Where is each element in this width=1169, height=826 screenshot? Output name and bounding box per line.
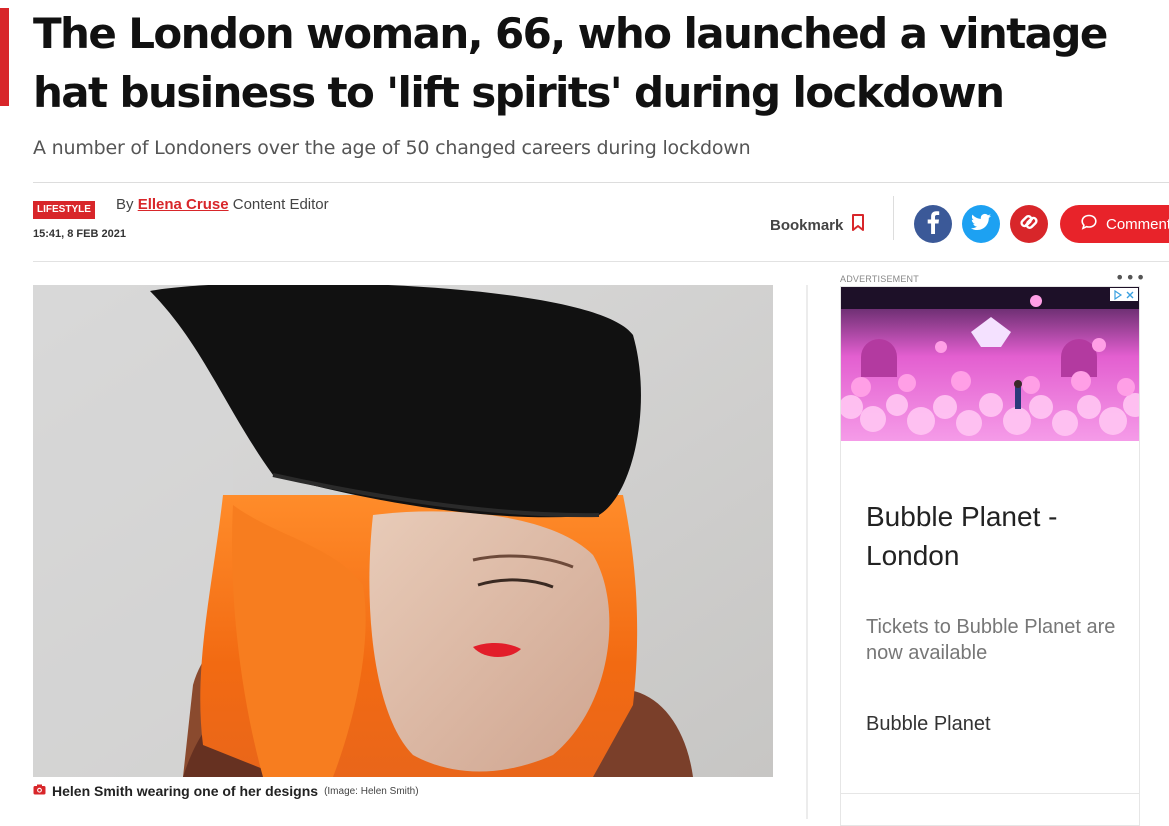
ad-description: Tickets to Bubble Planet are now availab… (866, 616, 1116, 664)
adchoices-close-icon[interactable] (1125, 287, 1135, 304)
adchoices-badge[interactable] (1110, 288, 1138, 301)
ad-title[interactable]: Bubble Planet - London (866, 497, 1126, 575)
advertisement-card[interactable]: Bubble Planet - London Tickets to Bubble… (840, 286, 1140, 826)
article-hero-photo[interactable] (33, 285, 773, 777)
author-link[interactable]: Ellena Cruse (138, 196, 229, 213)
comments-button[interactable]: Comments (1060, 205, 1169, 243)
ad-brand: Bubble Planet (866, 713, 991, 735)
bookmark-icon (851, 214, 865, 236)
byline-bottom-divider (33, 261, 1169, 262)
byline: By Ellena Cruse Content Editor (116, 196, 329, 213)
ad-bubble-room-illustration (841, 287, 1139, 441)
link-icon (1010, 203, 1048, 245)
comments-label: Comments (1106, 215, 1169, 233)
facebook-share-button[interactable] (914, 205, 952, 243)
twitter-icon (962, 203, 1000, 245)
copy-link-button[interactable] (1010, 205, 1048, 243)
article-standfirst: A number of Londoners over the age of 50… (33, 137, 751, 159)
author-role: Content Editor (232, 196, 329, 213)
toolbar-divider (893, 196, 894, 240)
headline-accent-bar (0, 8, 9, 106)
caption-text: Helen Smith wearing one of her designs (52, 783, 319, 799)
article-headline: The London woman, 66, who launched a vin… (33, 9, 1108, 117)
ad-options-menu[interactable]: ••• (1115, 268, 1146, 287)
twitter-share-button[interactable] (962, 205, 1000, 243)
ad-image[interactable] (841, 287, 1139, 441)
publish-timestamp: 15:41, 8 FEB 2021 (33, 228, 126, 240)
section-badge[interactable]: LIFESTYLE (33, 201, 95, 219)
bookmark-label: Bookmark (770, 216, 844, 234)
caption-credit: (Image: Helen Smith) (324, 785, 419, 797)
byline-prefix: By (116, 196, 134, 213)
speech-bubble-icon (1080, 213, 1098, 235)
bookmark-button[interactable]: Bookmark (770, 214, 865, 236)
facebook-icon (914, 203, 952, 245)
adchoices-play-icon (1113, 287, 1123, 304)
camera-icon (33, 782, 46, 800)
hero-photo-illustration (33, 285, 773, 777)
ad-bottom-divider (841, 793, 1139, 794)
advertisement-label: ADVERTISEMENT (840, 274, 919, 284)
byline-top-divider (33, 182, 1169, 183)
sidebar-column-divider (806, 285, 808, 819)
photo-caption: Helen Smith wearing one of her designs (… (33, 782, 419, 800)
